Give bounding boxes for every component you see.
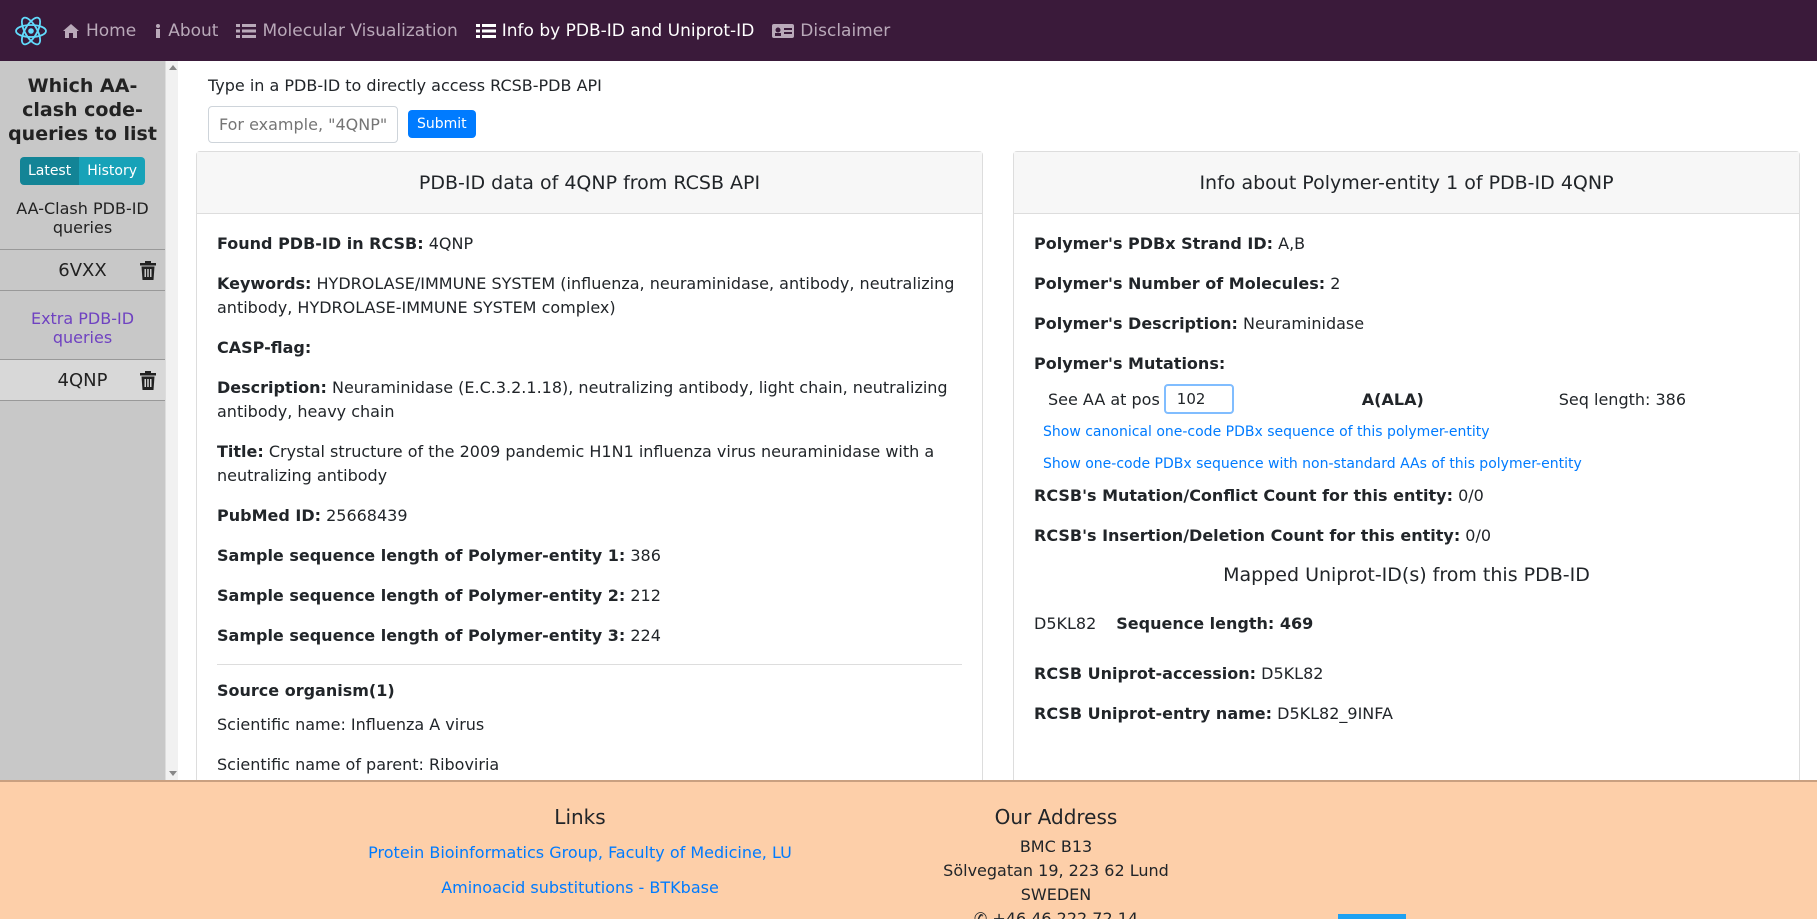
scroll-up-arrow-icon[interactable] [169, 65, 177, 70]
see-aa-label: See AA at pos [1048, 389, 1160, 409]
uniprot-accession-row: RCSB Uniprot-accession: D5KL82 [1034, 664, 1324, 683]
trash-icon[interactable] [140, 371, 156, 390]
sidebar: Which AA-clash code-queries to list Late… [0, 61, 165, 780]
nav-molecular-visualization[interactable]: Molecular Visualization [236, 20, 458, 41]
aa-position-input[interactable]: 102 [1163, 384, 1234, 414]
casp-flag-row: CASP-flag: [217, 338, 312, 357]
aa-clash-queries-heading: AA-Clash PDB-ID queries [16, 199, 149, 237]
list-icon [236, 23, 257, 38]
footer-links: Links Protein Bioinformatics Group, Facu… [340, 782, 820, 897]
seq-length-entity-1-row: Sample sequence length of Polymer-entity… [217, 546, 661, 565]
mutations-row: Polymer's Mutations: [1034, 354, 1226, 373]
home-icon [63, 23, 79, 38]
submit-button[interactable]: Submit [408, 110, 476, 138]
footer-address: Our Address BMC B13 Sölvegatan 19, 223 6… [906, 782, 1206, 919]
uniprot-summary-row: D5KL82 Sequence length: 469 [1034, 614, 1314, 633]
show-canonical-sequence-link[interactable]: Show canonical one-code PDBx sequence of… [1043, 424, 1779, 440]
extra-queries-heading: Extra PDB-ID queries [30, 309, 135, 347]
uniprot-entry-name-row: RCSB Uniprot-entry name: D5KL82_9INFA [1034, 704, 1393, 723]
seq-length-entity-3-row: Sample sequence length of Polymer-entity… [217, 626, 661, 645]
latest-button[interactable]: Latest [19, 157, 80, 185]
pdb-data-card-title: PDB-ID data of 4QNP from RCSB API [197, 152, 982, 214]
divider [217, 664, 962, 665]
found-pdb-id-row: Found PDB-ID in RCSB: 4QNP [217, 234, 474, 253]
address-line-2: Sölvegatan 19, 223 62 Lund [943, 861, 1169, 880]
pdb-id-input[interactable] [208, 106, 398, 143]
nav-molecular-visualization-label: Molecular Visualization [262, 20, 458, 41]
sidebar-heading: Which AA-clash code-queries to list [8, 75, 157, 145]
polymer-entity-card-title: Info about Polymer-entity 1 of PDB-ID 4Q… [1014, 152, 1799, 214]
description-row: Description: Neuraminidase (E.C.3.2.1.18… [217, 378, 948, 421]
polymer-entity-card: Info about Polymer-entity 1 of PDB-ID 4Q… [1013, 151, 1800, 780]
latest-history-toggle: Latest History [0, 157, 165, 185]
nav-info-by-pdb-id-label: Info by PDB-ID and Uniprot-ID [501, 20, 755, 41]
scientific-name-parent: Scientific name of parent: Riboviria [217, 755, 500, 774]
keywords-row: Keywords: HYDROLASE/IMMUNE SYSTEM (influ… [217, 274, 955, 317]
seq-length-entity-2-row: Sample sequence length of Polymer-entity… [217, 586, 661, 605]
address-line-3: SWEDEN [1020, 885, 1092, 904]
info-icon [156, 23, 161, 38]
sidebar-item-4qnp[interactable]: 4QNP [0, 359, 165, 401]
main-content: Type in a PDB-ID to directly access RCSB… [178, 61, 1817, 780]
list-icon [475, 23, 496, 38]
footer-link-protein-bioinformatics[interactable]: Protein Bioinformatics Group, Faculty of… [340, 843, 820, 862]
social-icon[interactable] [1338, 914, 1406, 919]
phone-line: ✆ +46 46 222 72 14 [906, 907, 1206, 919]
source-organism-title: Source organism(1) [217, 681, 395, 700]
sidebar-scrollbar[interactable] [165, 61, 178, 780]
nav-home[interactable]: Home [62, 21, 136, 41]
num-molecules-row: Polymer's Number of Molecules: 2 [1034, 274, 1341, 293]
footer: Links Protein Bioinformatics Group, Facu… [0, 780, 1817, 919]
polymer-description-row: Polymer's Description: Neuraminidase [1034, 314, 1365, 333]
react-atom-icon[interactable] [0, 0, 62, 61]
title-row: Title: Crystal structure of the 2009 pan… [217, 442, 935, 485]
scroll-down-arrow-icon[interactable] [169, 771, 177, 776]
aa-position-lookup: See AA at pos 102 A(ALA) Seq length: 386 [1048, 384, 1779, 414]
trash-icon[interactable] [140, 261, 156, 280]
footer-links-heading: Links [554, 805, 606, 829]
scientific-name: Scientific name: Influenza A virus [217, 715, 485, 734]
indel-count-row: RCSB's Insertion/Deletion Count for this… [1034, 526, 1492, 545]
conflict-count-row: RCSB's Mutation/Conflict Count for this … [1034, 486, 1484, 505]
aa-result: A(ALA) [1361, 389, 1424, 409]
footer-link-btkbase[interactable]: Aminoacid substitutions - BTKbase [340, 878, 820, 897]
nav-info-by-pdb-id[interactable]: Info by PDB-ID and Uniprot-ID [475, 20, 755, 41]
seq-length-label: Seq length: 386 [1558, 389, 1687, 409]
strand-id-row: Polymer's PDBx Strand ID: A,B [1034, 234, 1306, 253]
show-nonstandard-sequence-link[interactable]: Show one-code PDBx sequence with non-sta… [1043, 456, 1779, 472]
sidebar-item-label: 6VXX [58, 259, 107, 281]
phone-icon: ✆ [973, 909, 993, 919]
sidebar-item-label: 4QNP [57, 369, 108, 391]
pubmed-id-row: PubMed ID: 25668439 [217, 506, 408, 525]
sidebar-item-6vxx[interactable]: 6VXX [0, 249, 165, 291]
pdb-data-card: PDB-ID data of 4QNP from RCSB API Found … [196, 151, 983, 780]
footer-address-heading: Our Address [994, 805, 1118, 829]
mapped-uniprot-title: Mapped Uniprot-ID(s) from this PDB-ID [1223, 564, 1590, 586]
api-label: Type in a PDB-ID to directly access RCSB… [208, 76, 602, 95]
nav-about-label: About [168, 20, 219, 41]
nav-home-label: Home [86, 20, 137, 41]
top-navbar: Home About Molecular Visualization Info … [0, 0, 1817, 61]
nav-about[interactable]: About [154, 21, 218, 41]
id-card-icon [772, 23, 795, 38]
history-button[interactable]: History [79, 157, 146, 185]
address-line-1: BMC B13 [1019, 837, 1093, 856]
nav-disclaimer[interactable]: Disclaimer [772, 21, 890, 41]
nav-disclaimer-label: Disclaimer [800, 20, 891, 41]
